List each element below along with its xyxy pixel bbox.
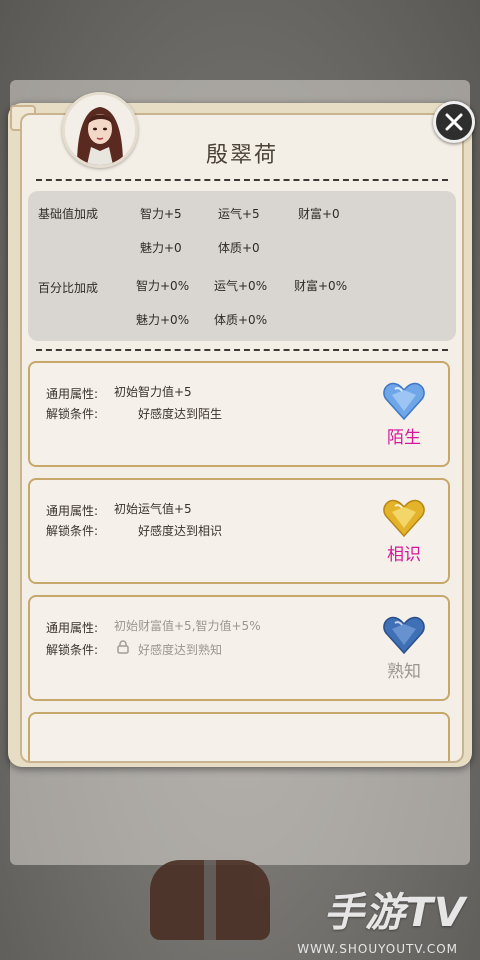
cond-label: 解锁条件:: [46, 643, 99, 657]
attr-label: 通用属性:: [46, 387, 99, 401]
bond-card-acquainted[interactable]: 通用属性: 初始运气值+5 解锁条件: 好感度达到相识 相识: [28, 478, 450, 584]
close-icon: [445, 113, 463, 131]
cond-value: 好感度达到陌生: [138, 407, 223, 421]
base-luck-value: 运气+5: [218, 207, 260, 221]
bond-level-label: 相识: [387, 545, 421, 565]
percent-wealth-value: 财富+0%: [294, 279, 348, 293]
cond-value: 好感度达到熟知: [138, 643, 223, 657]
base-bonus-label: 基础值加成: [38, 207, 99, 221]
heart-gem-icon: [383, 499, 425, 538]
attr-label: 通用属性:: [46, 504, 99, 518]
lock-icon: [117, 640, 129, 654]
cond-value: 好感度达到相识: [138, 524, 223, 538]
watermark-brand: 手游TV: [323, 890, 466, 936]
bond-card-familiar[interactable]: 通用属性: 初始财富值+5,智力值+5% 解锁条件: 好感度达到熟知 熟知: [28, 595, 450, 701]
character-detail-dialog: 殷翠荷 基础值加成 智力+5 运气+5 财富+0 魅力+0 体质+0 百分比加成…: [8, 103, 472, 767]
attr-value: 初始财富值+5,智力值+5%: [114, 619, 261, 633]
dialog-body: 殷翠荷 基础值加成 智力+5 运气+5 财富+0 魅力+0 体质+0 百分比加成…: [20, 113, 464, 763]
bond-card-stranger[interactable]: 通用属性: 初始智力值+5 解锁条件: 好感度达到陌生 陌生: [28, 361, 450, 467]
percent-luck-value: 运气+0%: [214, 279, 268, 293]
heart-gem-icon: [383, 382, 425, 421]
base-int-value: 智力+5: [140, 207, 182, 221]
close-button[interactable]: [433, 101, 475, 143]
bond-card-next[interactable]: [28, 712, 450, 761]
attr-label: 通用属性:: [46, 621, 99, 635]
percent-int-value: 智力+0%: [136, 279, 190, 293]
bond-level-label: 熟知: [387, 662, 421, 682]
attr-value: 初始运气值+5: [114, 502, 192, 516]
percent-bonus-label: 百分比加成: [38, 281, 99, 295]
base-wealth-value: 财富+0: [298, 207, 340, 221]
watermark-url: WWW.SHOUYOUTV.COM: [297, 942, 458, 956]
character-avatar: [62, 92, 138, 168]
stats-panel: 基础值加成 智力+5 运气+5 财富+0 魅力+0 体质+0 百分比加成 智力+…: [28, 191, 456, 341]
bond-level-label: 陌生: [387, 428, 421, 448]
base-health-value: 体质+0: [218, 241, 260, 255]
base-charm-value: 魅力+0: [140, 241, 182, 255]
cond-label: 解锁条件:: [46, 524, 99, 538]
character-boots: [150, 860, 270, 940]
percent-health-value: 体质+0%: [214, 313, 268, 327]
dashed-divider: [36, 179, 448, 181]
cond-label: 解锁条件:: [46, 407, 99, 421]
percent-charm-value: 魅力+0%: [136, 313, 190, 327]
heart-gem-icon: [383, 616, 425, 655]
dashed-divider: [36, 349, 448, 351]
attr-value: 初始智力值+5: [114, 385, 192, 399]
